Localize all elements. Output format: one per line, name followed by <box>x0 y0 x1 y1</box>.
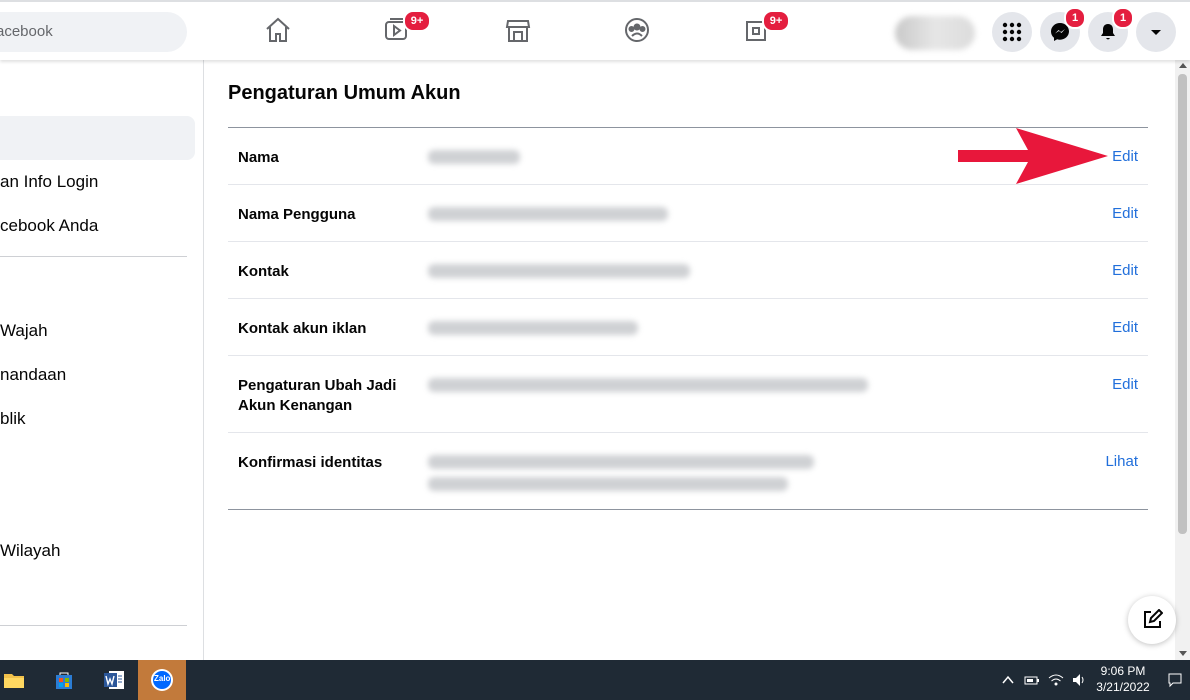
sidebar-item-face-recognition[interactable]: Wajah <box>0 321 48 341</box>
blurred-value <box>428 477 788 491</box>
sidebar-item-your-facebook[interactable]: cebook Anda <box>0 216 98 236</box>
settings-row-contact: Kontak Edit <box>228 242 1148 299</box>
messenger-badge: 1 <box>1064 7 1086 29</box>
clock-date: 3/21/2022 <box>1096 680 1150 694</box>
blurred-value <box>428 264 690 278</box>
settings-row-ad-account-contact: Kontak akun iklan Edit <box>228 299 1148 356</box>
settings-sidebar: an Info Login cebook Anda Wajah nandaan … <box>0 60 204 660</box>
edit-name-link[interactable]: Edit <box>1112 148 1138 165</box>
groups-icon[interactable] <box>623 16 653 46</box>
file-explorer-button[interactable] <box>0 660 38 700</box>
grid-icon <box>1002 22 1022 42</box>
search-placeholder: acebook <box>0 23 53 40</box>
row-label: Konfirmasi identitas <box>238 454 383 471</box>
blurred-value <box>428 455 814 469</box>
page-title: Pengaturan Umum Akun <box>228 82 461 104</box>
row-label: Nama <box>238 149 279 166</box>
scroll-up-arrow-icon[interactable] <box>1179 63 1187 68</box>
microsoft-store-button[interactable] <box>40 660 88 700</box>
page-scrollbar[interactable] <box>1175 60 1190 660</box>
word-icon <box>104 671 124 689</box>
sidebar-item-region[interactable]: Wilayah <box>0 541 60 561</box>
view-identity-link[interactable]: Lihat <box>1105 453 1138 470</box>
menu-grid-button[interactable] <box>992 12 1032 52</box>
sidebar-divider <box>0 625 187 626</box>
clock-time: 9:06 PM <box>1100 664 1146 678</box>
zalo-button[interactable]: Zalo <box>138 660 186 700</box>
settings-row-username: Nama Pengguna Edit <box>228 185 1148 242</box>
row-label: Nama Pengguna <box>238 206 356 223</box>
red-arrow-annotation <box>958 128 1108 184</box>
notifications-badge: 1 <box>1112 7 1134 29</box>
word-button[interactable] <box>90 660 138 700</box>
system-clock[interactable]: 9:06 PM 3/21/2022 <box>1092 663 1154 695</box>
top-navigation-bar: acebook 9+ 9+ 1 1 <box>0 0 1190 60</box>
row-label: Pengaturan Ubah Jadi Akun Kenangan <box>238 377 397 414</box>
blurred-value <box>428 150 520 164</box>
blurred-value <box>428 378 868 392</box>
edit-username-link[interactable]: Edit <box>1112 205 1138 222</box>
row-label: Kontak akun iklan <box>238 320 367 337</box>
table-bottom-border <box>228 509 1148 510</box>
settings-row-memorialization: Pengaturan Ubah Jadi Akun Kenangan Edit <box>228 356 1148 433</box>
sidebar-item-general-active[interactable] <box>0 116 195 160</box>
scroll-down-arrow-icon[interactable] <box>1179 651 1187 656</box>
sidebar-item-login-info[interactable]: an Info Login <box>0 172 98 192</box>
profile-button[interactable] <box>895 16 975 50</box>
home-icon[interactable] <box>264 16 294 46</box>
account-menu-button[interactable] <box>1136 12 1176 52</box>
marketplace-icon[interactable] <box>504 16 534 46</box>
folder-icon <box>4 674 24 688</box>
store-icon <box>56 672 72 689</box>
battery-icon[interactable] <box>1024 672 1040 688</box>
sidebar-item-tagging[interactable]: nandaan <box>0 365 66 385</box>
blurred-value <box>428 207 668 221</box>
wifi-icon[interactable] <box>1048 672 1064 688</box>
volume-icon[interactable] <box>1071 672 1087 688</box>
settings-row-identity-confirmation: Konfirmasi identitas Lihat <box>228 433 1148 509</box>
scroll-thumb[interactable] <box>1178 74 1187 534</box>
sidebar-item-public-posts[interactable]: blik <box>0 409 26 429</box>
edit-ad-contact-link[interactable]: Edit <box>1112 319 1138 336</box>
notification-center-icon[interactable] <box>1167 672 1183 688</box>
watch-badge: 9+ <box>403 10 431 32</box>
pages-badge: 9+ <box>762 10 790 32</box>
blurred-value <box>428 321 638 335</box>
row-label: Kontak <box>238 263 289 280</box>
edit-contact-link[interactable]: Edit <box>1112 262 1138 279</box>
zalo-label: Zalo <box>154 674 171 683</box>
search-input[interactable]: acebook <box>0 12 187 52</box>
show-hidden-icons-chevron-icon[interactable] <box>1000 672 1016 688</box>
chevron-down-icon <box>1151 30 1161 35</box>
new-message-button[interactable] <box>1128 596 1176 644</box>
edit-memorialization-link[interactable]: Edit <box>1112 376 1138 393</box>
sidebar-divider <box>0 256 187 257</box>
compose-icon <box>1144 609 1163 628</box>
windows-taskbar: Zalo 9:06 PM 3/21/2022 <box>0 660 1190 700</box>
